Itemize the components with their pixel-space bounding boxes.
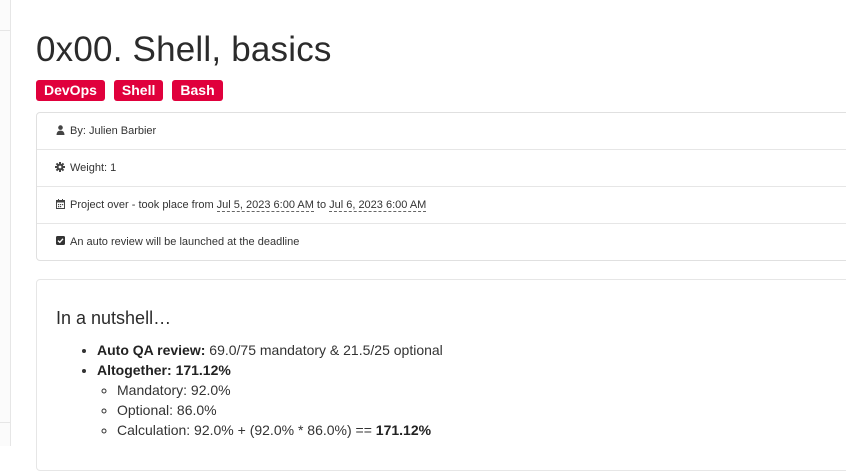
nutshell-title: In a nutshell… [56,308,172,328]
sidebar-divider [0,30,10,31]
score-summary-list: Auto QA review: 69.0/75 mandatory & 21.5… [77,340,443,440]
mandatory-score: Mandatory: 92.0% [117,380,443,400]
auto-review-text: An auto review will be launched at the d… [70,236,300,248]
tag-shell: Shell [113,80,164,101]
altogether-item: Altogether: 171.12% Mandatory: 92.0% Opt… [97,360,443,440]
calculation-result: 171.12% [375,422,432,438]
tag-bash: Bash [172,80,223,101]
auto-qa-review-item: Auto QA review: 69.0/75 mandatory & 21.5… [97,340,443,360]
weight-text: Weight: 1 [70,162,117,174]
score-breakdown-list: Mandatory: 92.0% Optional: 86.0% Calcula… [97,380,443,440]
altogether-label: Altogether: [97,362,172,378]
auto-review-row: An auto review will be launched at the d… [37,224,846,260]
auto-qa-review-value: 69.0/75 mandatory & 21.5/25 optional [209,342,443,358]
calculation-item: Calculation: 92.0% + (92.0% * 86.0%) == … [117,420,443,440]
project-dates-row: Project over - took place from Jul 5, 20… [37,187,846,224]
nutshell-panel: In a nutshell… Auto QA review: 69.0/75 m… [36,279,846,471]
tag-list: DevOps Shell Bash [36,80,223,101]
to-text: to [316,199,327,211]
weight-row: Weight: 1 [37,150,846,187]
calculation-text: Calculation: 92.0% + (92.0% * 86.0%) == [117,422,372,438]
end-date-link[interactable]: Jul 6, 2023 6:00 AM [329,199,427,212]
altogether-value: 171.12% [175,362,231,378]
auto-qa-review-label: Auto QA review: [97,342,206,358]
start-date-link[interactable]: Jul 5, 2023 6:00 AM [216,199,314,212]
optional-score: Optional: 86.0% [117,400,443,420]
author-row: By: Julien Barbier [37,113,846,150]
author-text: By: Julien Barbier [70,125,157,137]
tag-devops: DevOps [36,80,105,101]
page-title: 0x00. Shell, basics [36,30,332,69]
sidebar-divider [0,422,10,423]
left-sidebar-rail [0,0,11,446]
gear-icon [55,161,65,175]
project-metadata-panel: By: Julien Barbier Weight: 1 Project ove… [36,112,846,261]
checkbox-icon [55,236,65,248]
project-status-text: Project over - took place from [70,199,214,211]
user-icon [55,124,65,138]
calendar-icon [55,198,65,212]
